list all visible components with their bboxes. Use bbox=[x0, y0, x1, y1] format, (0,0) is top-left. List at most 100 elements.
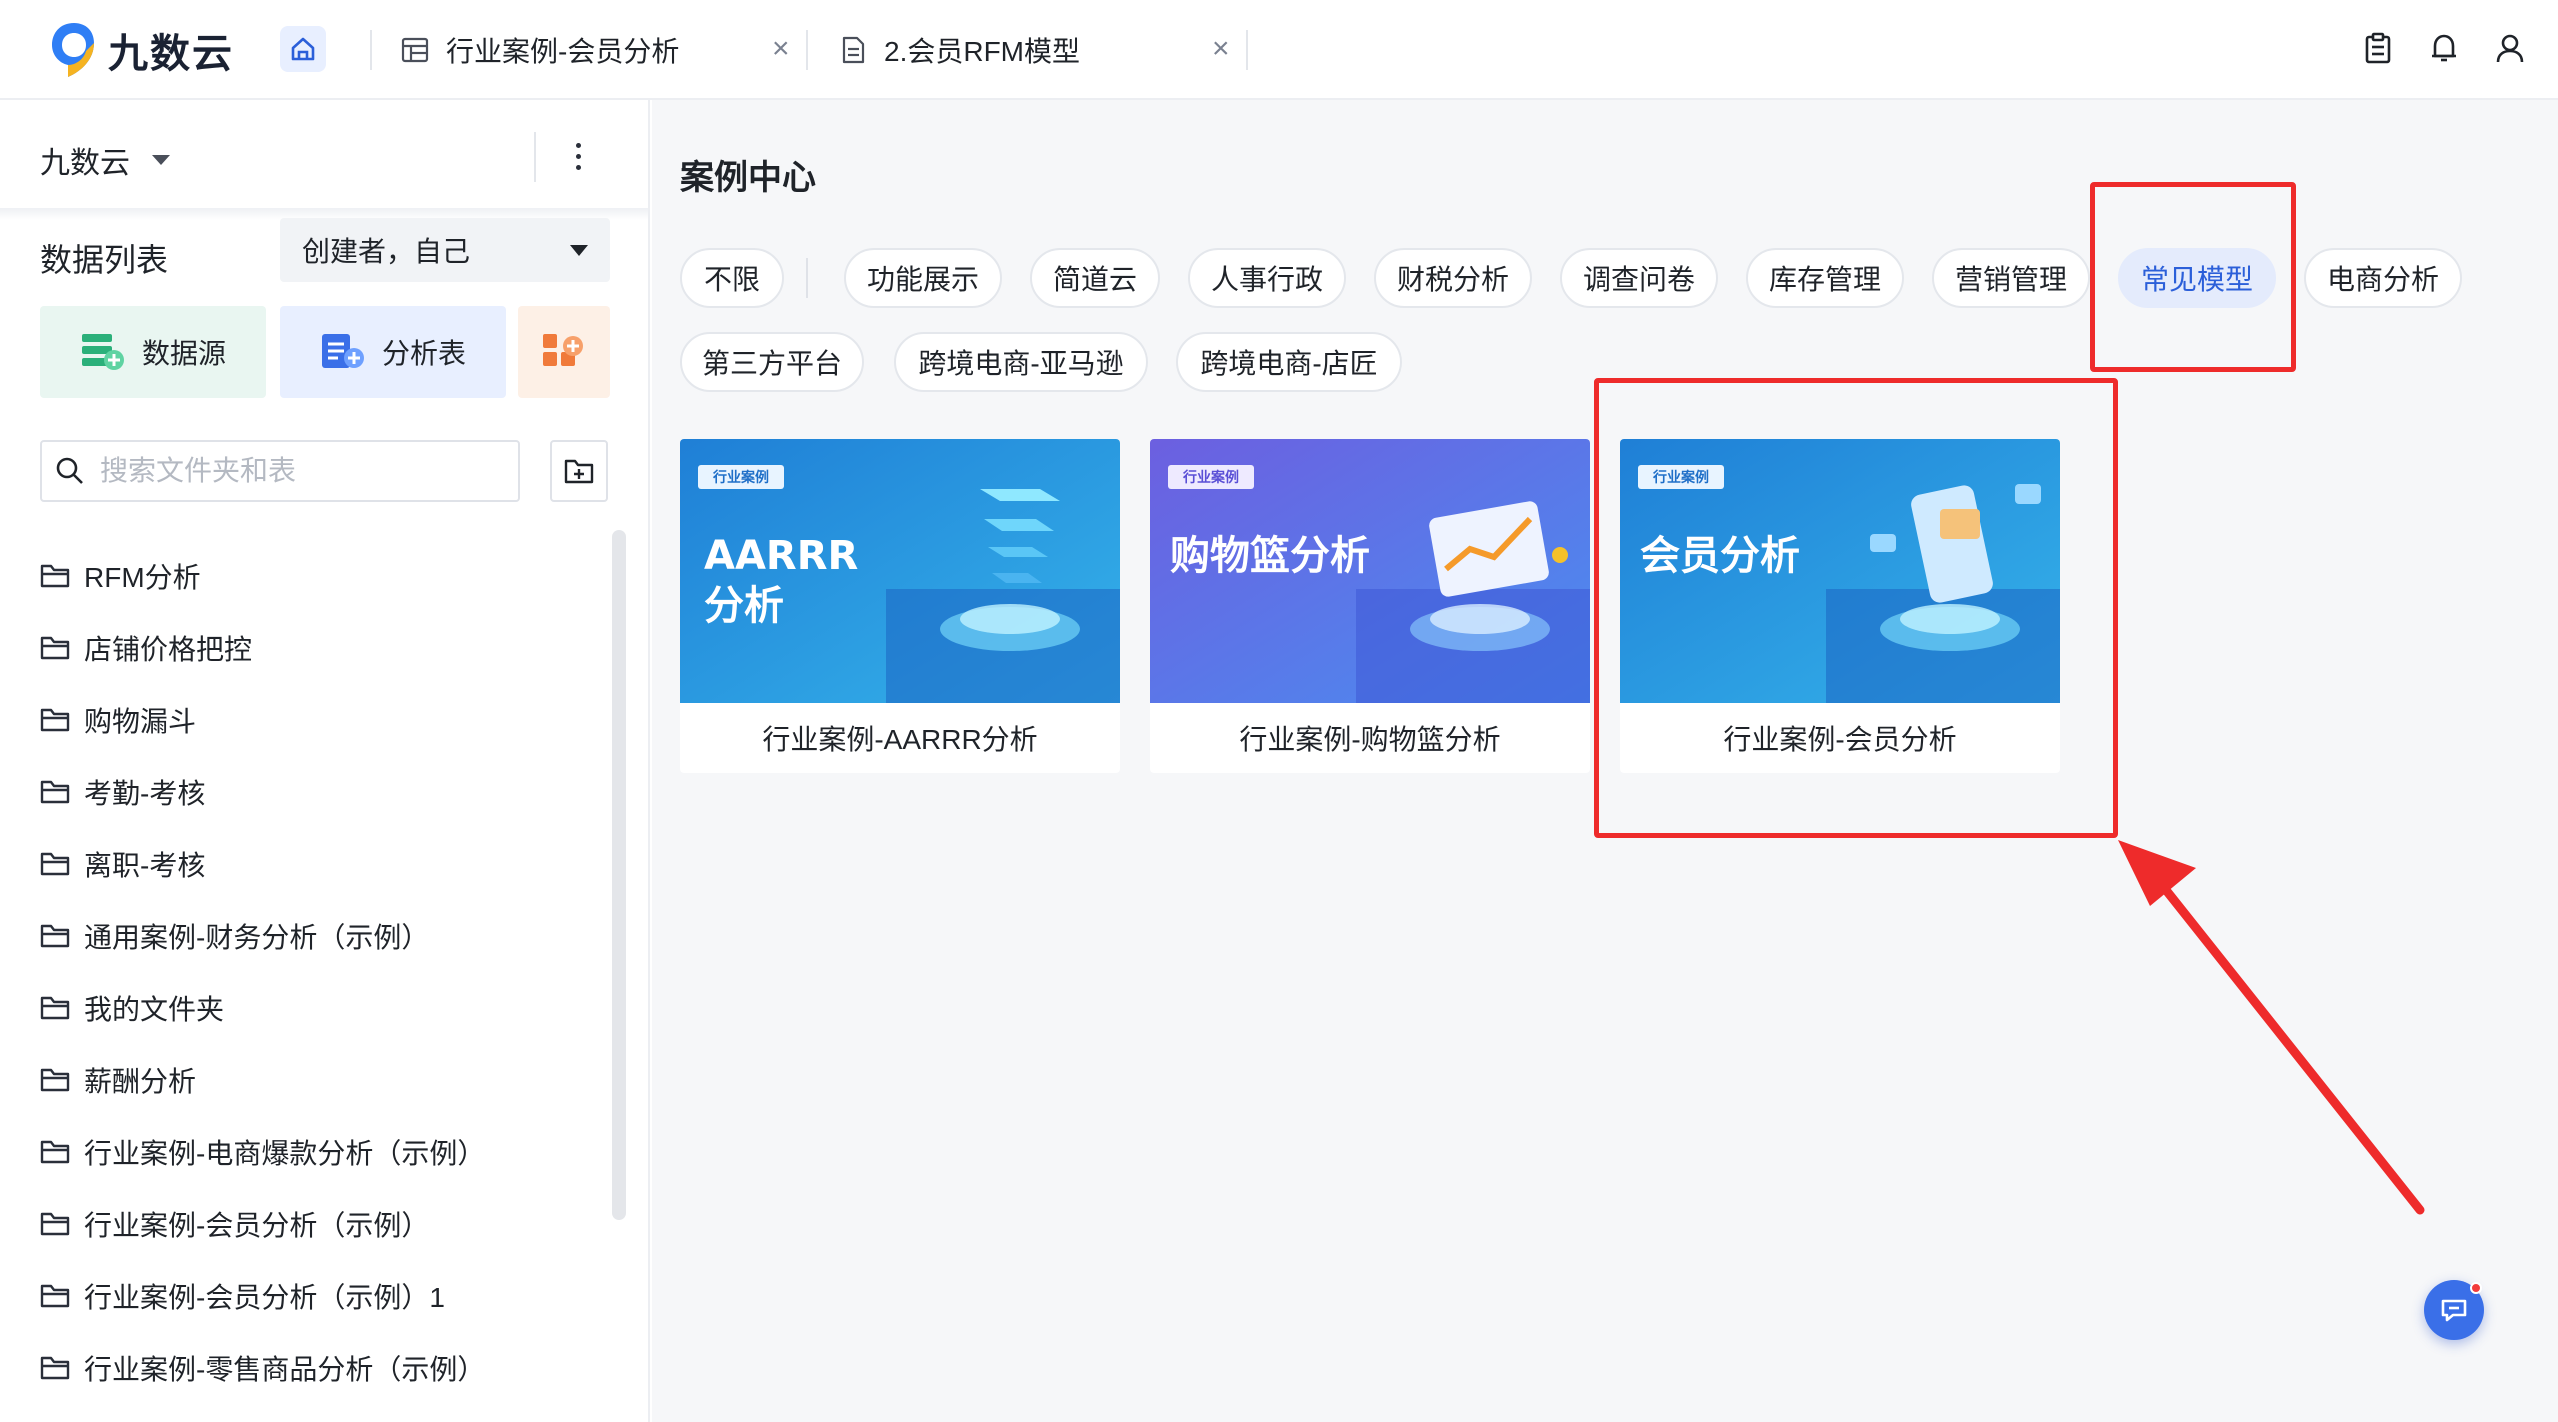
category-chip[interactable]: 功能展示 bbox=[844, 248, 1002, 308]
add-analysis-table-button[interactable]: 分析表 bbox=[280, 306, 506, 398]
sidebar-scrollbar[interactable] bbox=[612, 530, 626, 1220]
folder-item[interactable]: 行业案例-会员分析（示例） bbox=[40, 1188, 600, 1260]
home-tab-button[interactable] bbox=[280, 26, 326, 72]
category-chip[interactable]: 营销管理 bbox=[1932, 248, 2090, 308]
card-title-line2: 分析 bbox=[704, 583, 784, 629]
case-card-basket[interactable]: 行业案例 购物篮分析 行业案例-购物篮分析 bbox=[1150, 439, 1590, 773]
folder-item[interactable]: 我的文件夹 bbox=[40, 972, 600, 1044]
folder-label: 购物漏斗 bbox=[84, 706, 197, 737]
chat-support-button[interactable] bbox=[2424, 1280, 2484, 1340]
more-vertical-icon[interactable] bbox=[560, 134, 596, 178]
folder-label: 行业案例-电商爆款分析（示例） bbox=[84, 1138, 486, 1169]
folder-label: 行业案例-会员分析（示例）1 bbox=[84, 1282, 445, 1313]
tab-member-analysis[interactable]: 行业案例-会员分析 bbox=[400, 22, 679, 78]
folder-icon bbox=[40, 564, 70, 588]
category-chip[interactable]: 库存管理 bbox=[1746, 248, 1904, 308]
sidebar: 九数云 数据列表 创建者，自己 数据源 分析表 搜索文件夹和表 RFM分析 店铺… bbox=[0, 100, 650, 1422]
logo-icon bbox=[52, 23, 94, 77]
folder-label: 我的文件夹 bbox=[84, 994, 225, 1025]
card-badge: 行业案例 bbox=[712, 469, 769, 486]
workspace-name: 九数云 bbox=[40, 147, 130, 180]
folder-list: RFM分析店铺价格把控购物漏斗考勤-考核离职-考核通用案例-财务分析（示例） 我的… bbox=[40, 540, 600, 1422]
folder-icon bbox=[40, 1284, 70, 1308]
folder-item[interactable]: 离职-考核 bbox=[40, 828, 600, 900]
folder-add-icon bbox=[564, 459, 594, 484]
folder-icon bbox=[40, 996, 70, 1020]
clipboard-icon[interactable] bbox=[2360, 30, 2396, 66]
search-input[interactable] bbox=[100, 455, 500, 487]
folder-label: 行业案例-零售商品分析（示例） bbox=[84, 1354, 486, 1385]
folder-item[interactable]: 行业案例-美团点评店铺分析（示 bbox=[40, 1404, 600, 1422]
folder-label: 薪酬分析 bbox=[84, 1066, 197, 1097]
top-bar: 九数云 行业案例-会员分析 × 2.会员RFM模型 × bbox=[0, 0, 2558, 100]
caret-down-icon bbox=[570, 244, 588, 256]
card-name: 行业案例-AARRR分析 bbox=[762, 724, 1038, 755]
folder-icon bbox=[40, 708, 70, 732]
folder-item[interactable]: 考勤-考核 bbox=[40, 756, 600, 828]
highlight-box-card bbox=[1594, 378, 2118, 838]
close-icon[interactable]: × bbox=[1212, 34, 1230, 64]
home-icon bbox=[291, 37, 315, 61]
folder-icon bbox=[40, 1356, 70, 1380]
workspace-selector[interactable]: 九数云 bbox=[40, 130, 620, 190]
app-logo[interactable]: 九数云 bbox=[50, 20, 234, 80]
tab-divider bbox=[1246, 30, 1248, 70]
folder-icon bbox=[40, 924, 70, 948]
tab-divider bbox=[806, 30, 808, 70]
document-icon bbox=[842, 36, 865, 64]
add-dashboard-button[interactable] bbox=[518, 306, 610, 398]
folder-item[interactable]: 行业案例-电商爆款分析（示例） bbox=[40, 1116, 600, 1188]
search-icon bbox=[56, 457, 83, 484]
category-chip[interactable]: 第三方平台 bbox=[680, 332, 864, 392]
card-title-line1: 购物篮分析 bbox=[1170, 533, 1370, 579]
folder-label: RFM分析 bbox=[84, 562, 201, 593]
dashboard-add-icon bbox=[543, 334, 583, 366]
creator-filter-select[interactable]: 创建者，自己 bbox=[280, 218, 610, 282]
folder-item[interactable]: 行业案例-会员分析（示例）1 bbox=[40, 1260, 600, 1332]
folder-icon bbox=[40, 780, 70, 804]
table-icon bbox=[401, 37, 429, 63]
folder-item[interactable]: 薪酬分析 bbox=[40, 1044, 600, 1116]
tab-label: 行业案例-会员分析 bbox=[446, 36, 680, 67]
folder-item[interactable]: 店铺价格把控 bbox=[40, 612, 600, 684]
page-title: 案例中心 bbox=[680, 159, 816, 197]
folder-item[interactable]: 购物漏斗 bbox=[40, 684, 600, 756]
category-chip[interactable]: 人事行政 bbox=[1188, 248, 1346, 308]
card-name: 行业案例-购物篮分析 bbox=[1239, 724, 1501, 755]
tab-rfm-model[interactable]: 2.会员RFM模型 bbox=[838, 22, 1080, 78]
chip-divider bbox=[806, 258, 808, 298]
folder-icon bbox=[40, 636, 70, 660]
category-chip[interactable]: 不限 bbox=[680, 248, 784, 308]
datasource-add-icon bbox=[81, 334, 124, 370]
category-chip[interactable]: 跨境电商-亚马逊 bbox=[894, 332, 1148, 392]
tab-divider bbox=[370, 30, 372, 70]
card-title-line1: AARRR bbox=[704, 533, 858, 579]
data-list-title: 数据列表 bbox=[40, 242, 169, 278]
close-icon[interactable]: × bbox=[772, 34, 790, 64]
notification-dot bbox=[2470, 1282, 2482, 1294]
category-chip[interactable]: 电商分析 bbox=[2304, 248, 2462, 308]
card-thumbnail: 行业案例 购物篮分析 bbox=[1150, 439, 1590, 703]
chat-icon bbox=[2441, 1299, 2467, 1322]
add-analysis-table-label: 分析表 bbox=[381, 338, 466, 369]
category-chip[interactable]: 跨境电商-店匠 bbox=[1176, 332, 1402, 392]
new-folder-button[interactable] bbox=[550, 440, 608, 502]
folder-label: 离职-考核 bbox=[84, 850, 206, 881]
user-icon[interactable] bbox=[2492, 30, 2528, 66]
top-right-icons bbox=[2360, 30, 2528, 66]
folder-icon bbox=[40, 1140, 70, 1164]
add-datasource-button[interactable]: 数据源 bbox=[40, 306, 266, 398]
category-chip[interactable]: 财税分析 bbox=[1374, 248, 1532, 308]
case-card-aarrr[interactable]: 行业案例 AARRR 分析 行业案例-AARRR分析 bbox=[680, 439, 1120, 773]
folder-item[interactable]: 通用案例-财务分析（示例） bbox=[40, 900, 600, 972]
folder-item[interactable]: RFM分析 bbox=[40, 540, 600, 612]
search-box bbox=[40, 440, 520, 502]
bell-icon[interactable] bbox=[2426, 30, 2462, 66]
caret-down-icon bbox=[152, 155, 170, 165]
category-chip[interactable]: 调查问卷 bbox=[1560, 248, 1718, 308]
card-thumbnail: 行业案例 AARRR 分析 bbox=[680, 439, 1120, 703]
folder-icon bbox=[40, 852, 70, 876]
folder-item[interactable]: 行业案例-零售商品分析（示例） bbox=[40, 1332, 600, 1404]
folder-label: 通用案例-财务分析（示例） bbox=[84, 922, 430, 953]
category-chip[interactable]: 简道云 bbox=[1030, 248, 1160, 308]
